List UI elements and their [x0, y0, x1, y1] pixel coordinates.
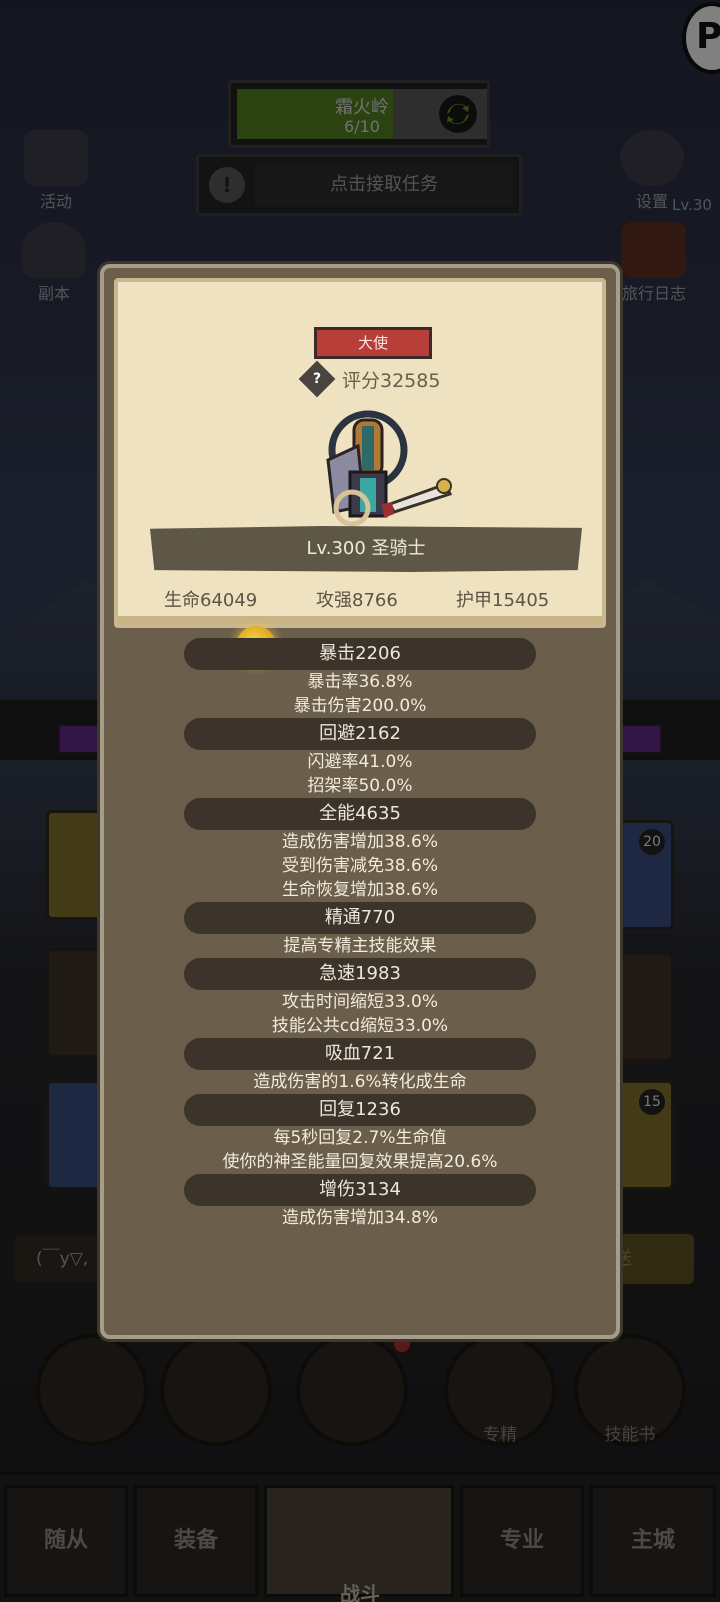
stat-line: 受到伤害减免38.6% — [281, 856, 438, 876]
stat-line: 使你的神圣能量回复效果提高20.6% — [222, 1152, 498, 1172]
stat-line: 闪避率41.0% — [307, 752, 413, 772]
stat-health: 生命64049 — [164, 590, 258, 611]
stat-category-header: 急速1983 — [184, 958, 536, 990]
score-text: 评分32585 — [342, 370, 441, 392]
stat-group: 吸血721 造成伤害的1.6%转化成生命 — [104, 1038, 616, 1094]
stat-group: 精通770 提高专精主技能效果 — [104, 902, 616, 958]
stat-line: 每5秒回复2.7%生命值 — [273, 1128, 447, 1148]
stat-line: 技能公共cd缩短33.0% — [271, 1016, 449, 1036]
stat-group: 增伤3134 造成伤害增加34.8% — [104, 1174, 616, 1230]
rank-badge: 大使 — [314, 327, 432, 359]
stat-attack-power: 攻强8766 — [316, 590, 398, 611]
stat-line: 招架率50.0% — [307, 776, 413, 796]
stat-line: 暴击率36.8% — [307, 672, 413, 692]
stat-line: 造成伤害增加38.6% — [281, 832, 438, 852]
stat-category-header: 吸血721 — [184, 1038, 536, 1070]
stat-category-header: 精通770 — [184, 902, 536, 934]
help-icon[interactable]: ? — [298, 360, 336, 398]
stat-group: 回避2162 闪避率41.0% 招架率50.0% — [104, 718, 616, 798]
stat-group: 暴击2206 暴击率36.8% 暴击伤害200.0% — [104, 638, 616, 718]
stat-category-header: 全能4635 — [184, 798, 536, 830]
stat-category-header: 暴击2206 — [184, 638, 536, 670]
character-summary-card: 大使 ? 评分32585 Lv.300 圣骑士 生命64049 攻强8766 护… — [114, 278, 606, 628]
stat-armor: 护甲15405 — [456, 590, 550, 611]
character-name-banner: Lv.300 圣骑士 — [150, 526, 582, 572]
stat-category-header: 回复1236 — [184, 1094, 536, 1126]
stat-line: 造成伤害增加34.8% — [281, 1208, 438, 1228]
stat-line: 生命恢复增加38.6% — [281, 880, 438, 900]
stat-line: 暴击伤害200.0% — [293, 696, 427, 716]
secondary-stats-list: 暴击2206 暴击率36.8% 暴击伤害200.0% 回避2162 闪避率41.… — [104, 638, 616, 1230]
stat-group: 回复1236 每5秒回复2.7%生命值 使你的神圣能量回复效果提高20.6% — [104, 1094, 616, 1174]
paladin-portrait — [326, 410, 452, 527]
stat-category-header: 增伤3134 — [184, 1174, 536, 1206]
stat-line: 提高专精主技能效果 — [283, 936, 437, 956]
stat-line: 攻击时间缩短33.0% — [281, 992, 438, 1012]
stat-group: 急速1983 攻击时间缩短33.0% 技能公共cd缩短33.0% — [104, 958, 616, 1038]
stat-category-header: 回避2162 — [184, 718, 536, 750]
stat-line: 造成伤害的1.6%转化成生命 — [253, 1072, 467, 1092]
character-stats-dialog: 大使 ? 评分32585 Lv.300 圣骑士 生命64049 攻强8766 护… — [100, 264, 620, 1339]
stat-group: 全能4635 造成伤害增加38.6% 受到伤害减免38.6% 生命恢复增加38.… — [104, 798, 616, 902]
